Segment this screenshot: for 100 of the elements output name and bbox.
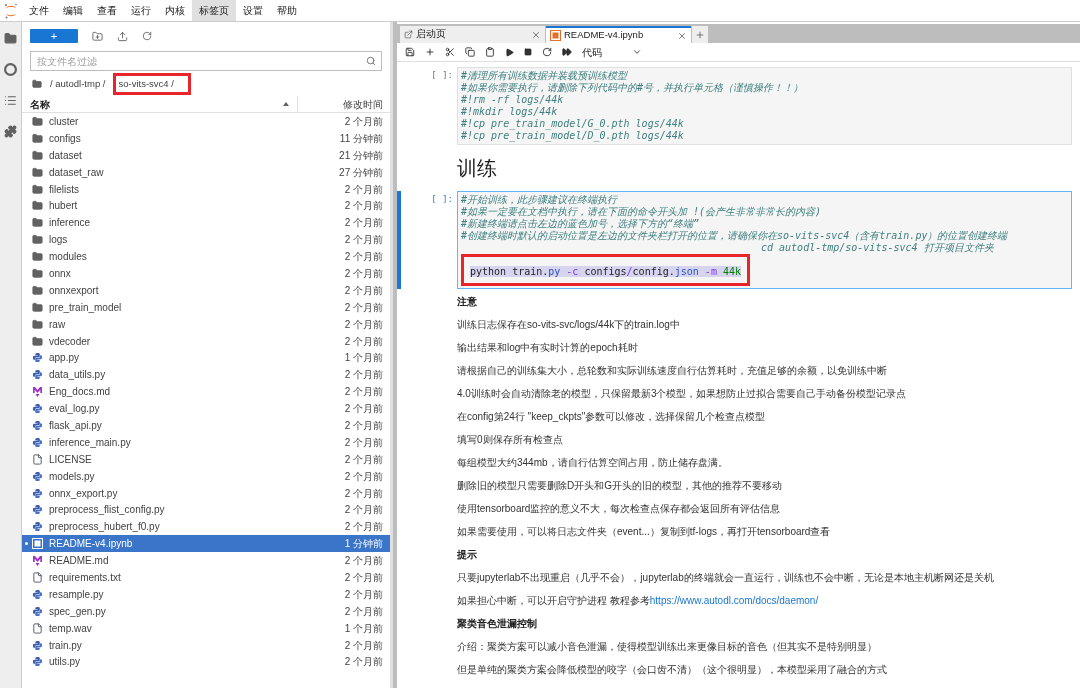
code-comment: #清理所有训练数据并装载预训练模型 <box>461 70 628 82</box>
breadcrumb-path[interactable]: so-vits-svc4 / <box>113 73 191 95</box>
menu-item[interactable]: 内核 <box>158 0 192 21</box>
close-icon[interactable] <box>677 30 687 41</box>
file-row[interactable]: README-v4.ipynb 1 分钟前 <box>22 535 390 553</box>
file-row[interactable]: requirements.txt 2 个月前 <box>22 569 390 586</box>
folder-icon <box>32 149 43 161</box>
file-row[interactable]: cluster 2 个月前 <box>22 113 390 130</box>
file-row[interactable]: onnx_export.py 2 个月前 <box>22 484 390 502</box>
file-row[interactable]: train.py 2 个月前 <box>22 636 390 654</box>
file-row[interactable]: eval_log.py 2 个月前 <box>22 400 390 418</box>
folder-icon <box>32 234 43 246</box>
plus-icon[interactable] <box>425 47 435 57</box>
file-name: vdecoder <box>49 334 92 349</box>
run-icon[interactable] <box>505 47 514 57</box>
run-all-icon[interactable] <box>562 47 572 57</box>
link[interactable]: https://www.autodl.com/docs/daemon/ <box>649 595 819 606</box>
python-file-icon <box>32 521 43 533</box>
puzzle-icon[interactable] <box>4 125 17 138</box>
close-icon[interactable] <box>531 29 541 40</box>
modified-time: 2 个月前 <box>344 216 383 231</box>
cell-prompt: [ ]: <box>431 193 453 206</box>
modified-time: 2 个月前 <box>344 587 383 602</box>
file-row[interactable]: resample.py 2 个月前 <box>22 585 390 603</box>
copy-icon[interactable] <box>465 47 475 57</box>
file-row[interactable]: models.py 2 个月前 <box>22 467 390 485</box>
file-row[interactable]: inference_main.py 2 个月前 <box>22 433 390 451</box>
menu-item[interactable]: 标签页 <box>192 0 236 21</box>
modified-time: 2 个月前 <box>344 402 383 417</box>
file-row[interactable]: preprocess_flist_config.py 2 个月前 <box>22 501 390 519</box>
paragraph: 输出结果和log中有实时计算的epoch耗时 <box>457 342 638 353</box>
paste-icon[interactable] <box>485 47 495 57</box>
file-row[interactable]: logs 2 个月前 <box>22 231 390 249</box>
refresh-icon[interactable] <box>142 31 152 41</box>
chevron-down-icon <box>632 47 642 57</box>
paragraph: 每组模型大约344mb，请自行估算空间占用，防止储存盘满。 <box>457 457 728 468</box>
file-row[interactable]: hubert 2 个月前 <box>22 197 390 215</box>
column-header[interactable]: 名称 <box>22 96 298 112</box>
python-file-icon <box>32 656 43 668</box>
plus-icon <box>695 29 705 40</box>
menu-item[interactable]: 设置 <box>236 0 270 21</box>
file-row[interactable]: data_utils.py 2 个月前 <box>22 366 390 384</box>
modified-time: 2 个月前 <box>344 452 383 467</box>
file-row[interactable]: temp.wav 1 个月前 <box>22 619 390 637</box>
restart-icon[interactable] <box>542 47 552 57</box>
stop-icon[interactable] <box>524 48 532 56</box>
modified-time: 2 个月前 <box>344 233 383 248</box>
file-row[interactable]: onnxexport 2 个月前 <box>22 281 390 299</box>
modified-time: 2 个月前 <box>344 114 383 129</box>
filter-field[interactable]: 按文件名过滤 <box>30 51 382 71</box>
file-row[interactable]: app.py 1 个月前 <box>22 349 390 367</box>
cut-icon[interactable] <box>445 47 455 57</box>
file-row[interactable]: onnx 2 个月前 <box>22 265 390 282</box>
file-name: onnx <box>49 266 72 281</box>
file-row[interactable]: filelists 2 个月前 <box>22 180 390 198</box>
file-row[interactable]: spec_gen.py 2 个月前 <box>22 602 390 620</box>
python-file-icon <box>32 436 43 448</box>
file-name: onnx_export.py <box>49 486 119 501</box>
menu-item[interactable]: 查看 <box>90 0 124 21</box>
file-row[interactable]: preprocess_hubert_f0.py 2 个月前 <box>22 518 390 536</box>
file-row[interactable]: raw 2 个月前 <box>22 315 390 333</box>
file-icon <box>32 572 43 583</box>
file-row[interactable]: dataset 21 分钟前 <box>22 146 390 164</box>
list-icon[interactable] <box>4 94 17 107</box>
paragraph: 如果担心中断，可以开启守护进程 教程参考https://www.autodl.com/docs/daemon/ <box>457 595 819 606</box>
file-icon <box>32 453 43 465</box>
modified-time: 2 个月前 <box>344 655 383 670</box>
modified-time: 2 个月前 <box>344 182 383 197</box>
code-cell[interactable] <box>457 191 1072 289</box>
file-row[interactable]: inference 2 个月前 <box>22 214 390 232</box>
folder-icon[interactable] <box>4 32 17 45</box>
file-row[interactable]: Eng_docs.md 2 个月前 <box>22 383 390 401</box>
save-icon[interactable] <box>405 47 415 57</box>
file-row[interactable]: configs 11 分钟前 <box>22 129 390 147</box>
menu-item[interactable]: 编辑 <box>56 0 90 21</box>
menu-item[interactable]: 运行 <box>124 0 158 21</box>
file-row[interactable]: dataset_raw 27 分钟前 <box>22 163 390 181</box>
code-cell[interactable]: #清理所有训练数据并装载预训练模型 #如果你需要执行，请删除下列代码中的#号，并执行单元格（谨慎操作！！） #!rm -rf logs/44k #!mkdir logs/44k #!cp pre_train_model/G_0.pth logs/44k #!cp pre_train_model/D_0.pth logs/44k <box>457 67 1072 145</box>
file-row[interactable]: pre_train_model 2 个月前 <box>22 298 390 316</box>
file-row[interactable]: utils.py 2 个月前 <box>22 653 390 671</box>
document-tab[interactable]: README-v4.ipynb <box>546 26 691 43</box>
new-folder-icon[interactable] <box>92 30 103 42</box>
file-row[interactable]: flask_api.py 2 个月前 <box>22 417 390 434</box>
column-header[interactable]: 修改时间 <box>298 96 390 112</box>
file-icon <box>32 622 43 634</box>
modified-time: 2 个月前 <box>344 250 383 265</box>
jupyter-logo-icon <box>4 2 18 19</box>
menu-item[interactable]: 帮助 <box>270 0 304 21</box>
running-icon[interactable] <box>4 63 17 76</box>
modified-time: 2 个月前 <box>344 638 383 653</box>
file-row[interactable]: README.md 2 个月前 <box>22 552 390 570</box>
breadcrumb-path[interactable]: / autodl-tmp / <box>45 73 111 95</box>
menu-item[interactable]: 文件 <box>22 0 56 21</box>
file-row[interactable]: vdecoder 2 个月前 <box>22 332 390 350</box>
document-tab[interactable]: 启动页 <box>400 26 545 43</box>
new-launcher-button[interactable]: + <box>30 29 78 43</box>
file-row[interactable]: modules 2 个月前 <box>22 248 390 265</box>
cell-type-dropdown[interactable]: 代码 <box>582 44 642 60</box>
upload-icon[interactable] <box>117 30 128 42</box>
file-row[interactable]: LICENSE 2 个月前 <box>22 450 390 468</box>
